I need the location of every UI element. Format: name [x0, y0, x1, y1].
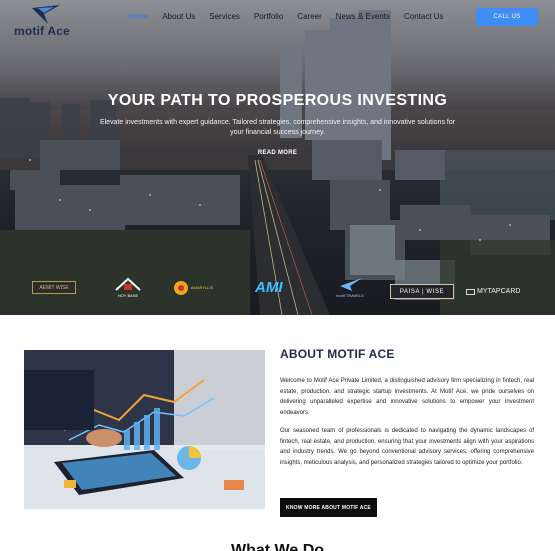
main-nav: Home About Us Services Portfolio Career … — [120, 12, 451, 22]
partner-mytap-label: MYTAPCARD — [477, 288, 521, 295]
partner-ama-logo[interactable]: AMARYLLIS — [172, 279, 228, 297]
partner-paisa-logo[interactable]: PAISA | WISE — [390, 284, 454, 299]
read-more-link[interactable]: READ MORE — [0, 150, 555, 156]
about-paragraph-2: Our seasoned team of professionals is de… — [280, 428, 534, 466]
nav-item-career[interactable]: Career — [290, 12, 328, 22]
partner-ami-logo[interactable]: AMI — [255, 279, 283, 296]
plane-icon — [340, 278, 362, 291]
partner-ama-label: AMARYLLIS — [190, 285, 214, 291]
nav-item-news-events[interactable]: News & Events — [329, 12, 397, 22]
partner-travels-logo[interactable]: motif TRAVELS — [334, 276, 366, 302]
house-icon — [115, 277, 141, 291]
nav-item-home[interactable]: Home — [120, 12, 155, 22]
flower-icon — [174, 281, 188, 295]
call-us-button[interactable]: CALL US — [476, 8, 538, 26]
partner-hoy-logo[interactable]: HOY BASE — [106, 276, 150, 300]
know-more-button[interactable]: KNOW MORE ABOUT MOTIF ACE — [280, 498, 377, 517]
partner-mytap-logo[interactable]: MYTAPCARD — [466, 284, 532, 299]
nav-item-about[interactable]: About Us — [155, 12, 202, 22]
about-image — [24, 350, 265, 509]
partner-aemit-logo[interactable]: AEMIT WISE — [32, 281, 76, 294]
nav-item-contact[interactable]: Contact Us — [397, 12, 451, 22]
nav-item-services[interactable]: Services — [202, 12, 247, 22]
finance-chart-image — [24, 350, 265, 509]
partner-hoy-label: HOY BASE — [117, 293, 139, 298]
card-icon — [466, 288, 475, 295]
hero-city-image — [0, 10, 555, 315]
hero-banner: motif Ace Home About Us Services Portfol… — [0, 0, 555, 315]
nav-item-portfolio[interactable]: Portfolio — [247, 12, 290, 22]
partner-logos: AEMIT WISE HOY BASE AMARYLLIS AMI motif … — [0, 276, 555, 306]
brand-name[interactable]: motif Ace — [14, 24, 70, 38]
hero-subtitle: Elevate investments with expert guidance… — [99, 119, 456, 136]
partner-travels-label: motif TRAVELS — [336, 293, 364, 298]
hero-title: YOUR PATH TO PROSPEROUS INVESTING — [107, 92, 448, 109]
about-paragraph-1: Welcome to Motif Ace Private Limited, a … — [280, 378, 534, 416]
about-title: ABOUT MOTIF ACE — [280, 347, 395, 361]
what-we-do-heading: What We Do — [230, 542, 325, 551]
